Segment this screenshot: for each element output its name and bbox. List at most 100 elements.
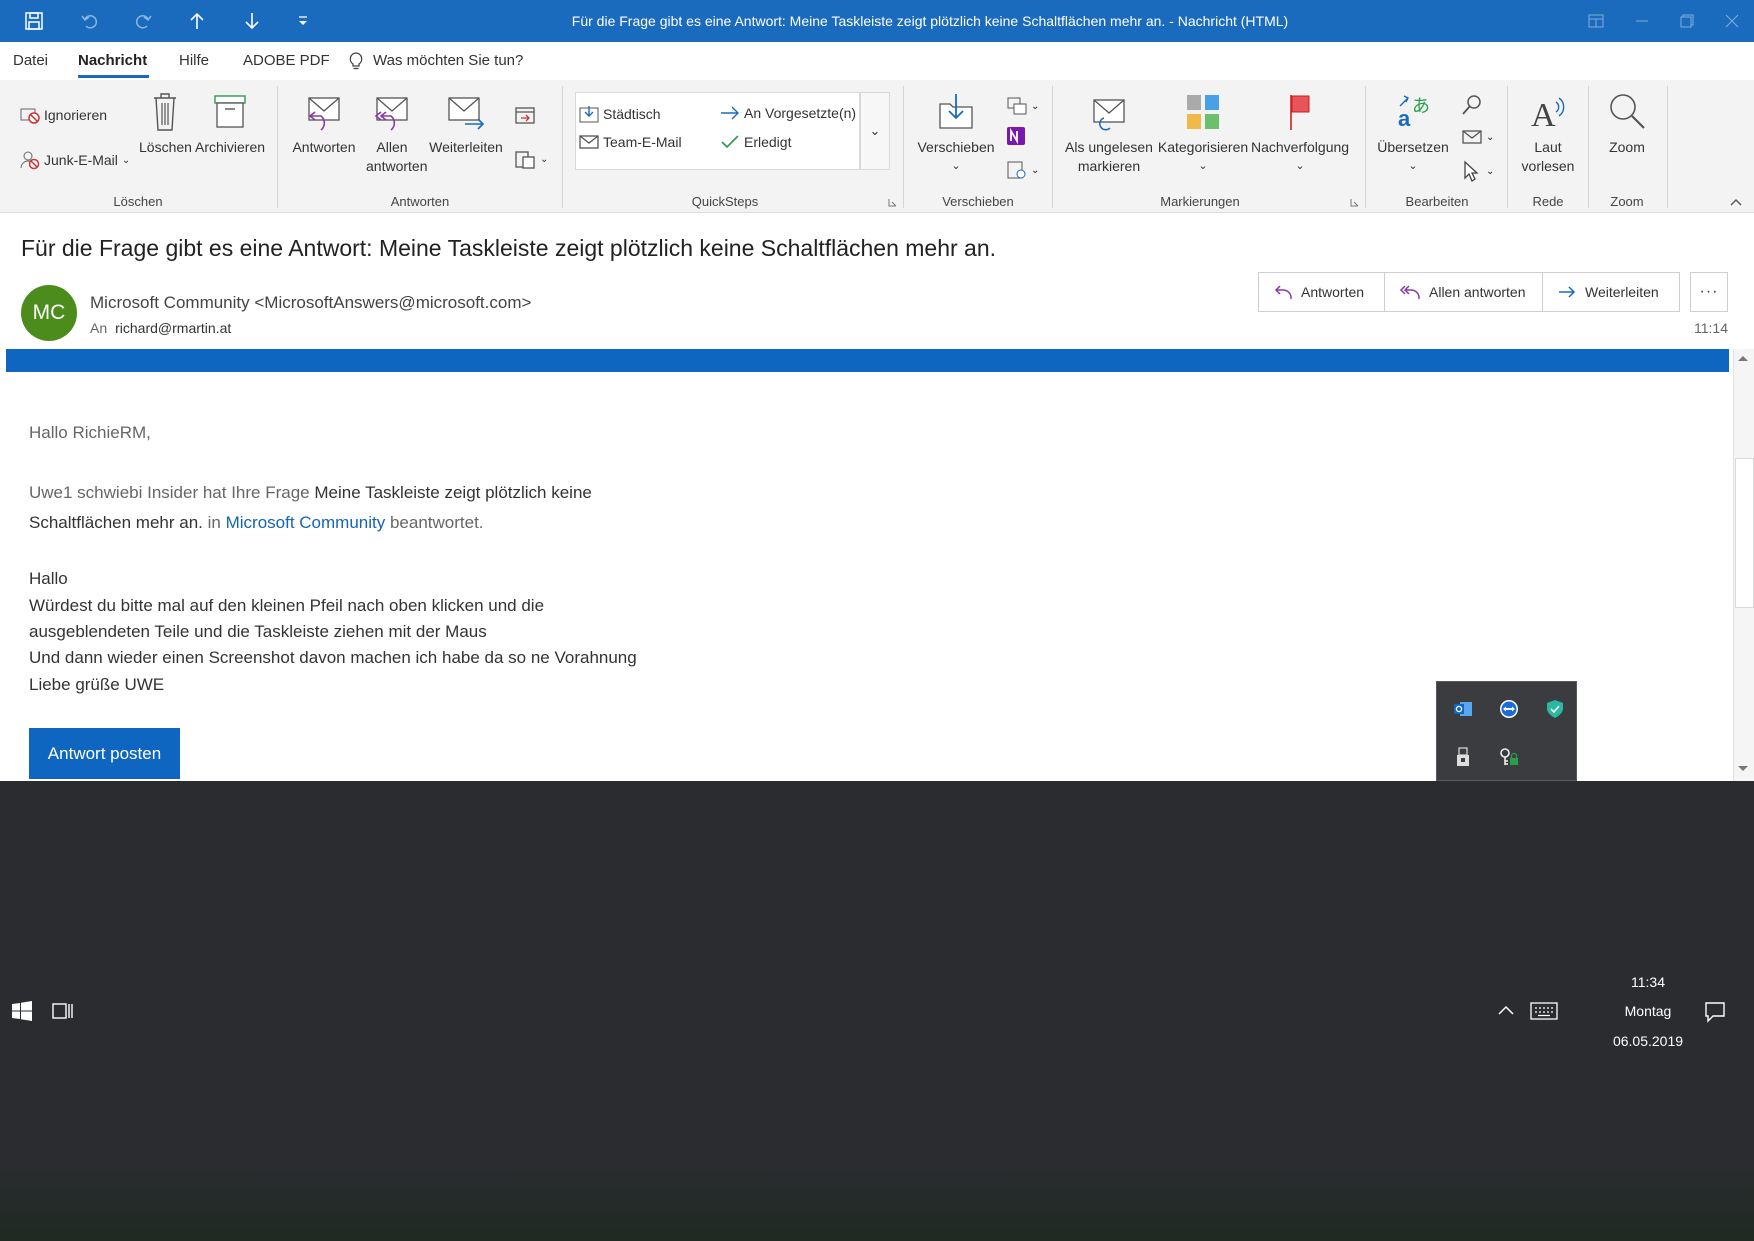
- redo-icon[interactable]: [121, 0, 165, 42]
- clock-date[interactable]: 06.05.2019: [1600, 1033, 1696, 1049]
- chevron-down-icon: ⌄: [1031, 100, 1040, 112]
- avatar: MC: [21, 285, 77, 341]
- scroll-down-icon[interactable]: [1737, 765, 1749, 773]
- reply-icon: [1274, 285, 1292, 300]
- menu-hilfe[interactable]: Hilfe: [179, 42, 209, 80]
- ribbon-display-icon[interactable]: [1574, 0, 1618, 42]
- undo-icon[interactable]: [68, 0, 112, 42]
- followup-button[interactable]: Nachverfolgung ⌄: [1251, 92, 1349, 176]
- greeting: Hallo RichieRM,: [29, 423, 151, 442]
- forward-action-button[interactable]: Weiterleiten: [1543, 273, 1679, 311]
- body-line: Würdest du bitte mal auf den kleinen Pfe…: [29, 596, 545, 615]
- post-answer-button[interactable]: Antwort posten: [29, 728, 180, 779]
- forward-button[interactable]: Weiterleiten: [425, 92, 507, 157]
- key-lock-icon[interactable]: [1494, 742, 1524, 772]
- arrow-down-icon[interactable]: [230, 0, 274, 42]
- sender-name[interactable]: Microsoft Community <MicrosoftAnswers@mi…: [90, 293, 531, 313]
- archive-icon: [213, 92, 247, 132]
- teamviewer-icon[interactable]: [1494, 694, 1524, 724]
- more-respond-button[interactable]: ⌄: [514, 148, 548, 170]
- quickstep-staedtisch[interactable]: Städtisch: [579, 105, 661, 123]
- show-hidden-icons-chevron-icon[interactable]: [1498, 1005, 1514, 1015]
- arrow-up-icon[interactable]: [175, 0, 219, 42]
- quicksteps-expand-button[interactable]: ⌄: [860, 92, 890, 170]
- customize-icon[interactable]: [281, 0, 325, 42]
- meeting-reply-icon[interactable]: [514, 104, 536, 126]
- dialog-launcher-icon[interactable]: [1350, 198, 1359, 207]
- group-label-verschieben: Verschieben: [942, 194, 1014, 209]
- lightbulb-icon: [348, 52, 364, 70]
- select-button[interactable]: ⌄: [1461, 160, 1494, 182]
- usb-device-icon[interactable]: [1448, 742, 1478, 772]
- task-view-icon[interactable]: [52, 1001, 74, 1021]
- body-line: Und dann wieder einen Screenshot davon m…: [29, 648, 637, 667]
- reply-all-button[interactable]: Allen antworten: [366, 92, 427, 176]
- action-center-icon[interactable]: [1704, 1001, 1726, 1023]
- dialog-launcher-icon[interactable]: [888, 198, 897, 207]
- find-icon[interactable]: [1461, 94, 1483, 116]
- more-actions-button[interactable]: ···: [1690, 272, 1728, 312]
- junk-person-icon: [20, 151, 40, 170]
- touch-keyboard-icon[interactable]: [1530, 1002, 1558, 1020]
- clock-day[interactable]: Montag: [1600, 1003, 1696, 1019]
- close-icon[interactable]: [1710, 0, 1754, 42]
- intro-line-2: Schaltflächen mehr an. in Microsoft Comm…: [29, 513, 484, 533]
- ignore-icon: [20, 108, 40, 124]
- message-actions: Antworten Allen antworten Weiterleiten: [1258, 272, 1680, 312]
- tell-me-search[interactable]: Was möchten Sie tun?: [373, 42, 523, 80]
- save-icon[interactable]: [12, 0, 56, 42]
- trash-icon: [151, 92, 179, 132]
- envelope-icon: [579, 135, 599, 149]
- body-line: ausgeblendeten Teile und die Taskleiste …: [29, 622, 487, 641]
- group-label-loeschen: Löschen: [113, 194, 163, 209]
- actions-button[interactable]: ⌄: [1006, 160, 1039, 180]
- translate-button[interactable]: aあ Übersetzen ⌄: [1373, 92, 1453, 176]
- tray-overflow-popup: [1436, 681, 1577, 781]
- message-time: 11:14: [1694, 320, 1728, 336]
- group-separator: [562, 86, 563, 208]
- rules-button[interactable]: ⌄: [1006, 96, 1039, 116]
- scroll-up-icon[interactable]: [1737, 354, 1749, 362]
- read-aloud-icon: A: [1529, 92, 1567, 132]
- menu-adobe-pdf[interactable]: ADOBE PDF: [243, 42, 330, 80]
- categorize-button[interactable]: Kategorisieren ⌄: [1157, 92, 1249, 176]
- junk-email-button[interactable]: Junk-E-Mail ⌄: [20, 150, 130, 170]
- security-shield-icon[interactable]: [1540, 694, 1570, 724]
- scrollbar-thumb[interactable]: [1735, 458, 1754, 608]
- chevron-down-icon: ⌄: [951, 160, 961, 172]
- reply-action-button[interactable]: Antworten: [1259, 273, 1385, 311]
- onenote-icon[interactable]: [1006, 126, 1026, 146]
- clock-time[interactable]: 11:34: [1600, 974, 1696, 990]
- reply-icon: [305, 92, 343, 132]
- move-button[interactable]: Verschieben ⌄: [916, 92, 996, 176]
- recipient-address[interactable]: richard@rmartin.at: [115, 320, 231, 336]
- desktop-background: [0, 1160, 1754, 1241]
- quickstep-erledigt[interactable]: Erledigt: [720, 134, 791, 150]
- chevron-down-icon: ⌄: [869, 123, 881, 138]
- answer-author: Uwe1 schwiebi Insider hat Ihre Frage: [29, 483, 310, 502]
- restore-icon[interactable]: [1665, 0, 1709, 42]
- related-button[interactable]: ⌄: [1461, 128, 1494, 146]
- zoom-button[interactable]: Zoom: [1596, 92, 1658, 157]
- read-aloud-button[interactable]: A Laut vorlesen: [1512, 92, 1584, 176]
- mark-unread-button[interactable]: Als ungelesen markieren: [1063, 92, 1155, 176]
- ribbon: Ignorieren Junk-E-Mail ⌄ Löschen Archivi…: [0, 80, 1754, 213]
- microsoft-community-link[interactable]: Microsoft Community: [226, 513, 386, 532]
- windows-start-icon[interactable]: [12, 1001, 32, 1021]
- chevron-down-icon: ⌄: [1486, 165, 1495, 177]
- recipient-line: An richard@rmartin.at: [90, 320, 231, 336]
- group-separator: [1365, 86, 1366, 208]
- more-respond-icon: [515, 151, 535, 169]
- delete-button[interactable]: Löschen: [139, 92, 192, 157]
- reply-button[interactable]: Antworten: [290, 92, 358, 157]
- collapse-ribbon-icon[interactable]: [1730, 198, 1742, 206]
- minimize-icon[interactable]: [1620, 0, 1664, 42]
- reply-all-action-button[interactable]: Allen antworten: [1385, 273, 1543, 311]
- svg-text:A: A: [1531, 97, 1556, 132]
- menu-datei[interactable]: Datei: [13, 42, 48, 80]
- archive-button[interactable]: Archivieren: [194, 92, 266, 157]
- quickstep-team-email[interactable]: Team-E-Mail: [579, 134, 682, 150]
- quickstep-vorgesetzte[interactable]: An Vorgesetzte(n): [720, 105, 856, 121]
- outlook-icon[interactable]: [1448, 694, 1478, 724]
- ignore-button[interactable]: Ignorieren: [20, 106, 107, 124]
